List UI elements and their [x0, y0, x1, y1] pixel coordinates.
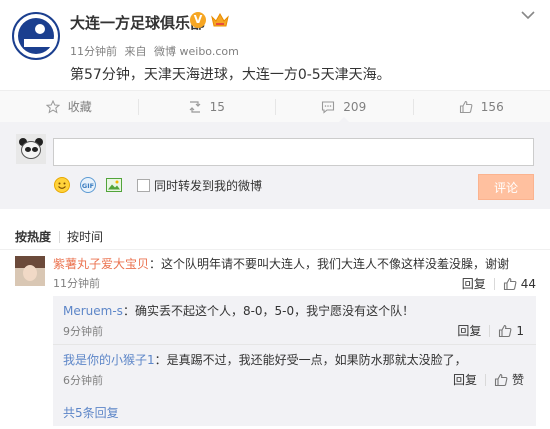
action-divider — [489, 324, 491, 337]
comment-username[interactable]: 紫薯丸子爱大宝贝 — [53, 257, 149, 271]
post-meta: 11分钟前 来自 微博 weibo.com — [70, 43, 243, 59]
reply-like-count[interactable]: 1 — [516, 324, 524, 338]
chevron-down-icon[interactable] — [519, 8, 537, 22]
image-icon[interactable] — [105, 176, 123, 194]
weibo-post: 大连一方足球俱乐部 V 11分钟前 来自 微博 weibo.com 第57分钟，… — [0, 0, 550, 90]
comment-item: 紫薯丸子爱大宝贝：这个队明年请不要叫大连人，我们大连人不像这样没羞没臊，谢谢 1… — [0, 252, 550, 292]
repost-checkbox[interactable] — [137, 178, 150, 192]
reply-time: 9分钟前 — [63, 325, 103, 338]
more-replies-link[interactable]: 共5条回复 — [63, 404, 119, 421]
reply-reply-button[interactable]: 回复 — [457, 322, 481, 339]
verified-icon[interactable]: V — [190, 12, 206, 28]
reply-actions: 回复 赞 — [453, 371, 524, 388]
thumbs-up-icon[interactable] — [498, 324, 512, 338]
post-source-prefix: 来自 — [124, 45, 147, 58]
action-divider — [493, 277, 495, 290]
favorite-label: 收藏 — [67, 100, 92, 114]
comment-actions: 回复 44 — [462, 275, 536, 292]
thumbs-up-icon — [459, 100, 473, 113]
reply-item: 我是你的小猴子1：是真踢不过，我还能好受一点，如果防水那就太没脸了， 6分钟前 … — [53, 344, 536, 390]
comment-composer: GIF 同时转发到我的微博 评论 — [0, 122, 550, 209]
like-count: 156 — [480, 99, 504, 114]
comment-input[interactable] — [53, 138, 534, 166]
sort-by-time[interactable]: 按时间 — [67, 228, 103, 245]
comment-reply-button[interactable]: 回复 — [462, 275, 486, 292]
reply-username[interactable]: 我是你的小猴子1 — [63, 353, 155, 367]
comment-sort-bar: 按热度 按时间 — [0, 222, 550, 250]
reply-body: 我是你的小猴子1：是真踢不过，我还能好受一点，如果防水那就太没脸了， — [63, 351, 467, 368]
reply-panel: Meruem-s：确实丢不起这个人，8-0，5-0，我宁愿没有这个队！ 9分钟前… — [53, 296, 536, 426]
comment-icon — [322, 100, 335, 114]
favorite-button[interactable]: 收藏 — [0, 91, 138, 122]
reply-body: Meruem-s：确实丢不起这个人，8-0，5-0，我宁愿没有这个队！ — [63, 302, 414, 319]
comment-button[interactable]: 209 — [275, 91, 413, 123]
repost-checkbox-label[interactable]: 同时转发到我的微博 — [154, 177, 262, 194]
star-icon — [45, 99, 60, 113]
action-divider — [484, 373, 486, 386]
reply-reply-button[interactable]: 回复 — [453, 371, 477, 388]
reply-username[interactable]: Meruem-s — [63, 304, 123, 318]
like-button[interactable]: 156 — [412, 91, 550, 122]
gif-icon[interactable]: GIF — [79, 176, 97, 194]
post-time[interactable]: 11分钟前 — [70, 45, 117, 58]
reply-item: Meruem-s：确实丢不起这个人，8-0，5-0，我宁愿没有这个队！ 9分钟前… — [53, 296, 536, 342]
reply-time: 6分钟前 — [63, 374, 103, 387]
club-logo-icon — [18, 18, 56, 54]
repost-button[interactable]: 15 — [137, 91, 276, 122]
repost-icon — [189, 100, 201, 113]
comment-body: 紫薯丸子爱大宝贝：这个队明年请不要叫大连人，我们大连人不像这样没羞没臊，谢谢 — [53, 255, 509, 272]
vip-crown-icon[interactable] — [211, 12, 229, 28]
club-avatar[interactable] — [12, 12, 60, 60]
composer-tools: GIF 同时转发到我的微博 — [53, 174, 262, 196]
reply-text: ：确实丢不起这个人，8-0，5-0，我宁愿没有这个队！ — [122, 304, 415, 318]
reply-actions: 回复 1 — [457, 322, 524, 339]
my-avatar[interactable] — [16, 134, 46, 164]
post-action-bar: 收藏 15 209 156 — [0, 90, 550, 123]
comment-count: 209 — [343, 99, 367, 114]
emoji-icon[interactable] — [53, 176, 71, 194]
sort-divider — [59, 231, 60, 243]
post-author[interactable]: 大连一方足球俱乐部 — [70, 12, 205, 33]
post-text: 第57分钟，天津天海进球，大连一方0-5天津天海。 — [70, 67, 391, 83]
comment-time: 11分钟前 — [53, 277, 100, 290]
comment-like-count[interactable]: 44 — [521, 277, 536, 291]
reply-text: ：是真踢不过，我还能好受一点，如果防水那就太没脸了， — [154, 353, 467, 367]
thumbs-up-icon[interactable] — [503, 277, 517, 291]
repost-count: 15 — [209, 99, 225, 114]
comment-text: ：这个队明年请不要叫大连人，我们大连人不像这样没羞没臊，谢谢 — [149, 257, 510, 271]
commenter-avatar[interactable] — [15, 256, 45, 286]
svg-text:GIF: GIF — [82, 182, 94, 190]
post-source[interactable]: 微博 weibo.com — [154, 45, 239, 58]
sort-by-hot[interactable]: 按热度 — [15, 228, 51, 245]
submit-comment-button[interactable]: 评论 — [478, 174, 534, 200]
thumbs-up-icon[interactable] — [494, 373, 508, 387]
reply-like-label[interactable]: 赞 — [512, 371, 524, 388]
